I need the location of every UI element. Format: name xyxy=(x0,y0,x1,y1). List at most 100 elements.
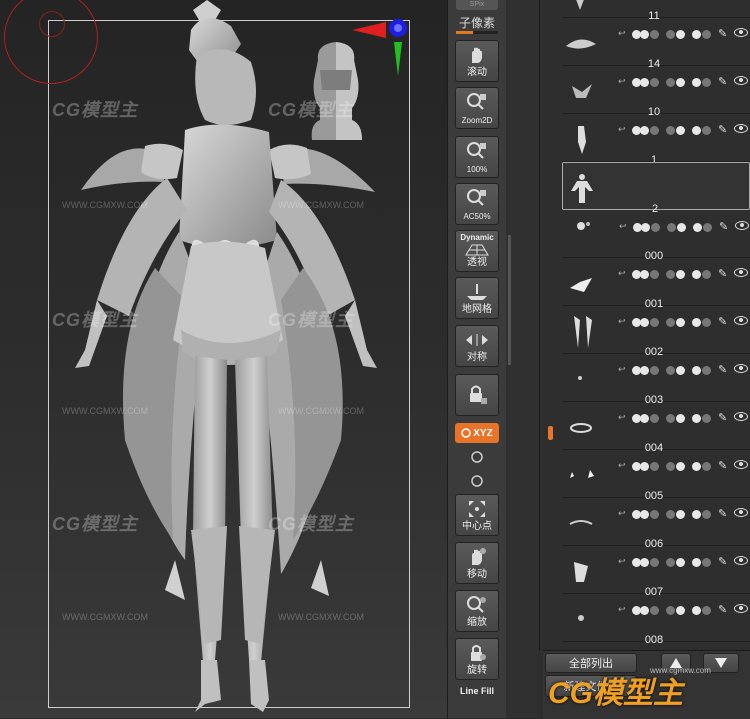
subtool-row[interactable]: 006 ↩ ✎ xyxy=(562,498,750,568)
subtool-row[interactable]: 004 ↩ ✎ xyxy=(562,402,750,472)
center-point-button[interactable]: 中心点 xyxy=(455,494,499,536)
subtool-panel: 11↩✎14↩✎10↩✎1↩✎2↩✎000↩✎001↩✎002↩✎003↩✎00… xyxy=(506,0,750,719)
rotate-y-icon xyxy=(471,451,483,463)
symmetry-button-label: 对称 xyxy=(467,352,487,363)
3d-viewport[interactable]: CG模型主 CG模型主 WWW.CGMXW.COM WWW.CGMXW.COM … xyxy=(0,0,447,718)
spix-label[interactable]: SPix xyxy=(456,0,498,10)
perspective-button[interactable]: Dynamic 透视 xyxy=(455,230,499,272)
subtool-thumbnail[interactable] xyxy=(562,456,600,494)
scroll-button[interactable]: 滚动 xyxy=(455,40,499,82)
symmetry-icon xyxy=(466,334,488,346)
zoom2d-icon xyxy=(467,93,486,110)
subtool-row[interactable]: 007 ↩ ✎ xyxy=(562,546,750,616)
subtool-thumbnail[interactable] xyxy=(562,408,600,446)
watermark-url: WWW.CGMXW.COM xyxy=(278,612,364,622)
accessory-icon xyxy=(577,222,590,230)
subpixel-slider[interactable] xyxy=(456,31,498,34)
subtool-row[interactable]: 008↩✎ xyxy=(562,594,750,664)
subtool-row[interactable]: 002 ↩ ✎ xyxy=(562,306,750,376)
center-point-button-label: 中心点 xyxy=(462,521,492,532)
subtool-row[interactable]: 001 ↩ ✎ xyxy=(562,258,750,328)
star-icon xyxy=(570,470,594,478)
rotate-z-button[interactable] xyxy=(465,470,489,492)
watermark-url: WWW.CGMXW.COM xyxy=(278,200,364,210)
crystal-icon xyxy=(576,0,584,10)
perspective-button-label: 透视 xyxy=(467,257,487,268)
subtool-thumbnail[interactable] xyxy=(562,120,600,158)
ribbon-icon xyxy=(570,278,592,292)
arrow-down-icon xyxy=(715,658,727,668)
zoom-100-button-label: 100% xyxy=(466,165,488,174)
subtool-name: 008 xyxy=(644,634,664,646)
subtool-thumbnail[interactable] xyxy=(562,24,600,62)
zoom-100-button[interactable]: 100% xyxy=(455,136,499,178)
zoom2d-button[interactable]: Zoom2D xyxy=(455,87,499,129)
cloak-icon xyxy=(574,316,592,348)
character-model[interactable] xyxy=(55,0,415,718)
subtool-thumbnail[interactable] xyxy=(562,504,600,542)
bow-icon xyxy=(574,562,588,582)
watermark-url: WWW.CGMXW.COM xyxy=(62,406,148,416)
rotate-z-icon xyxy=(471,475,483,487)
floor-grid-button-label: 地网格 xyxy=(462,304,492,315)
brand-url: www.cgmxw.com xyxy=(650,666,711,675)
zoom-ac50-button[interactable]: AC50% xyxy=(455,183,499,225)
subtool-row[interactable]: 2 ↩ ✎ xyxy=(562,162,750,233)
move-button[interactable]: 移动 xyxy=(455,542,499,584)
subtool-row[interactable]: 005 ↩ ✎ xyxy=(562,450,750,520)
xyz-symmetry-button[interactable]: XYZ xyxy=(455,423,499,443)
subtool-scroll-handle[interactable] xyxy=(548,426,553,440)
zoom-100-icon xyxy=(467,142,486,159)
local-transform-button[interactable] xyxy=(455,374,499,416)
scroll-button-label: 滚动 xyxy=(467,67,487,78)
symmetry-button[interactable]: 对称 xyxy=(455,325,499,367)
zoom-ac50-icon xyxy=(467,189,486,206)
rotate-y-button[interactable] xyxy=(465,446,489,468)
subtool-thumbnail[interactable] xyxy=(562,312,600,350)
subtool-thumbnail[interactable] xyxy=(562,552,600,590)
local-transform-icon xyxy=(470,385,487,404)
floor-grid-icon xyxy=(467,284,487,300)
subtool-row[interactable]: 000 ↩ ✎ xyxy=(562,210,750,280)
figure-part-icon xyxy=(578,126,586,154)
toolbar-scrollbar[interactable] xyxy=(508,235,511,365)
subtool-thumbnail[interactable] xyxy=(562,360,600,398)
chain-icon xyxy=(569,520,593,525)
part-icon xyxy=(578,615,584,621)
move-icon xyxy=(472,548,486,565)
ring-icon xyxy=(570,423,592,433)
panel-divider xyxy=(539,0,540,650)
center-point-icon xyxy=(469,501,485,517)
subtool-thumbnail[interactable] xyxy=(562,264,600,302)
rotate-icon xyxy=(471,645,486,661)
move-button-label: 移动 xyxy=(467,569,487,580)
rotate-xyz-icon xyxy=(461,428,472,438)
right-shelf-toolbar: SPix 子像素 滚动 Zoom2D 100% AC50% Dynamic 透视… xyxy=(447,0,507,718)
scale-button[interactable]: 缩放 xyxy=(455,590,499,632)
subtool-thumbnail[interactable] xyxy=(562,600,600,638)
zoom2d-button-label: Zoom2D xyxy=(461,116,493,125)
watermark-url: WWW.CGMXW.COM xyxy=(62,200,148,210)
subtool-thumbnail[interactable] xyxy=(562,0,600,14)
subtool-thumbnail[interactable] xyxy=(562,216,600,254)
subtool-thumbnail[interactable] xyxy=(562,72,600,110)
rotate-button[interactable]: 旋转 xyxy=(455,638,499,680)
subtool-row[interactable]: 003 ↩ ✎ xyxy=(562,354,750,424)
small-part-icon xyxy=(578,376,582,380)
hand-scroll-icon xyxy=(472,47,482,63)
subtool-row[interactable]: 10 ↩ ✎ xyxy=(562,66,750,136)
watermark-url: WWW.CGMXW.COM xyxy=(62,612,148,622)
subtool-row[interactable]: 1↩✎ xyxy=(562,114,750,184)
subpixel-label: 子像素 xyxy=(458,16,495,30)
subtool-thumbnail[interactable] xyxy=(563,169,601,207)
watermark-url: WWW.CGMXW.COM xyxy=(278,406,364,416)
line-fill-button[interactable]: Line Fill xyxy=(455,686,499,696)
subtool-row[interactable]: 14 ↩ ✎ xyxy=(562,18,750,88)
zoom-ac50-button-label: AC50% xyxy=(463,212,491,221)
floor-grid-button[interactable]: 地网格 xyxy=(455,277,499,319)
subtool-row[interactable]: 11 ↩ ✎ xyxy=(562,0,750,40)
ornament-icon xyxy=(572,84,592,98)
scale-icon xyxy=(467,596,486,613)
scale-button-label: 缩放 xyxy=(467,617,487,628)
xyz-label: XYZ xyxy=(473,427,493,439)
